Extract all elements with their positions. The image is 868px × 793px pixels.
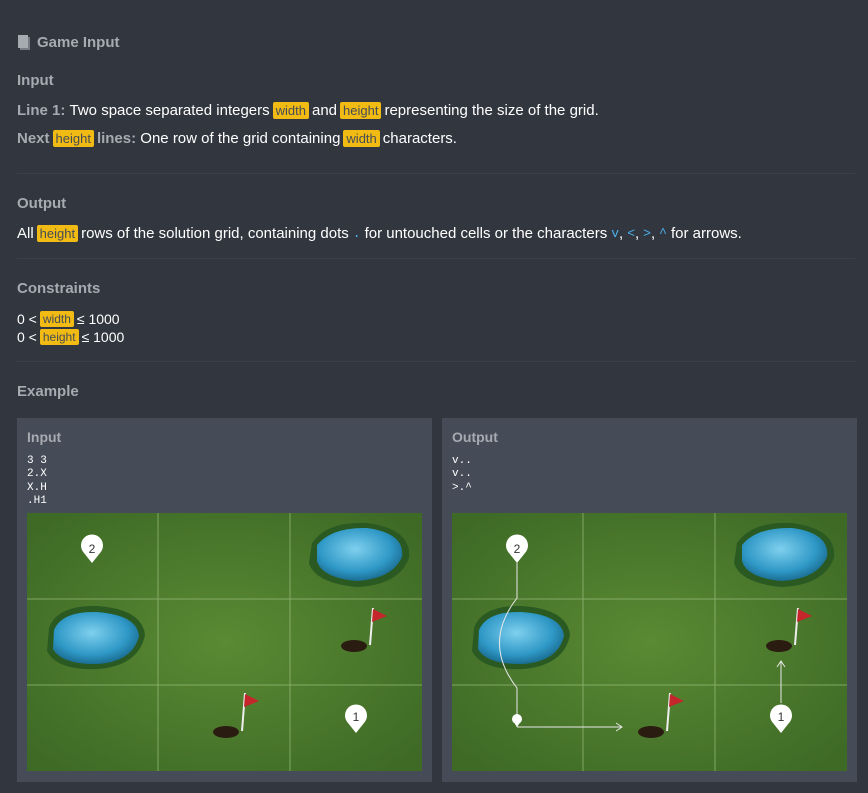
input-code: 3 3 2.X X.H .H1 <box>27 455 47 508</box>
divider <box>17 173 855 174</box>
output-line: All height rows of the solution grid, cont… <box>17 225 742 242</box>
constraint-pre: 0 < <box>17 311 37 327</box>
output-grid-image: 2 1 <box>452 513 847 771</box>
input-panel-title: Input <box>27 429 62 445</box>
line1-label: Line 1: <box>17 102 66 119</box>
code-line: 3 3 <box>27 455 47 467</box>
line2-text-2: characters. <box>382 130 457 147</box>
output-code: v.. v.. >.^ <box>452 455 472 495</box>
var-width: width <box>39 311 74 327</box>
constraint-post: ≤ 1000 <box>76 311 120 327</box>
code-dot: . <box>352 226 361 241</box>
constraints-title: Constraints <box>17 280 101 297</box>
example-title: Example <box>17 383 79 400</box>
code-line: v.. <box>452 468 472 481</box>
code-caret: ^ <box>659 226 667 241</box>
line2-text-1: One row of the grid containing <box>140 130 341 147</box>
code-line: X.H <box>27 481 47 494</box>
ball-label: 2 <box>89 542 96 556</box>
comma: , <box>619 225 624 242</box>
var-width: width <box>272 102 309 119</box>
divider <box>17 361 855 362</box>
page-title: Game Input <box>17 33 120 51</box>
code-line: 2.X <box>27 468 47 481</box>
var-height: height <box>52 130 94 147</box>
code-v: v <box>611 226 620 241</box>
line1-text-2: and <box>312 102 338 119</box>
code-line: .H1 <box>27 494 47 507</box>
line1-text-1: Two space separated integers <box>69 102 270 119</box>
ball-label: 2 <box>514 542 521 556</box>
line1-text-3: representing the size of the grid. <box>384 102 599 119</box>
comma: , <box>650 225 656 242</box>
divider <box>17 258 855 259</box>
page-title-text: Game Input <box>37 33 120 51</box>
code-line: v.. <box>452 455 472 467</box>
var-height: height <box>340 102 382 119</box>
output-text-3: for untouched cells or the characters <box>364 225 608 242</box>
input-line-2: Next height lines: One row of the grid con… <box>17 130 457 147</box>
var-height: height <box>36 225 79 242</box>
input-grid-image: 2 1 <box>27 513 422 771</box>
line2-label-lines: lines: <box>96 130 137 147</box>
input-line-1: Line 1: Two space separated integers widt… <box>17 102 599 119</box>
output-text-2: rows of the solution grid, containing do… <box>81 225 349 242</box>
output-panel-title: Output <box>452 429 498 445</box>
input-section-title: Input <box>17 72 54 89</box>
var-width: width <box>343 130 380 147</box>
comma: , <box>635 225 640 242</box>
ball-label: 1 <box>778 710 785 724</box>
code-lt: < <box>627 226 635 241</box>
constraint-pre: 0 < <box>17 329 37 345</box>
document-icon <box>18 35 30 50</box>
constraint-row: 0 < height ≤ 1000 <box>17 329 124 345</box>
code-line: >.^ <box>452 481 472 494</box>
constraint-row: 0 < width ≤ 1000 <box>17 311 120 327</box>
example-output-panel: Output v.. v.. >.^ 2 1 <box>442 418 857 782</box>
output-text-4: for arrows. <box>670 225 742 242</box>
var-height: height <box>39 329 79 345</box>
example-input-panel: Input 3 3 2.X X.H .H1 2 1 <box>17 418 432 782</box>
output-section-title: Output <box>17 195 67 212</box>
ball-label: 1 <box>353 710 360 724</box>
output-text-1: All <box>17 225 34 242</box>
constraint-post: ≤ 1000 <box>81 329 125 345</box>
line2-label-next: Next <box>17 130 50 147</box>
code-gt: > <box>643 226 651 241</box>
